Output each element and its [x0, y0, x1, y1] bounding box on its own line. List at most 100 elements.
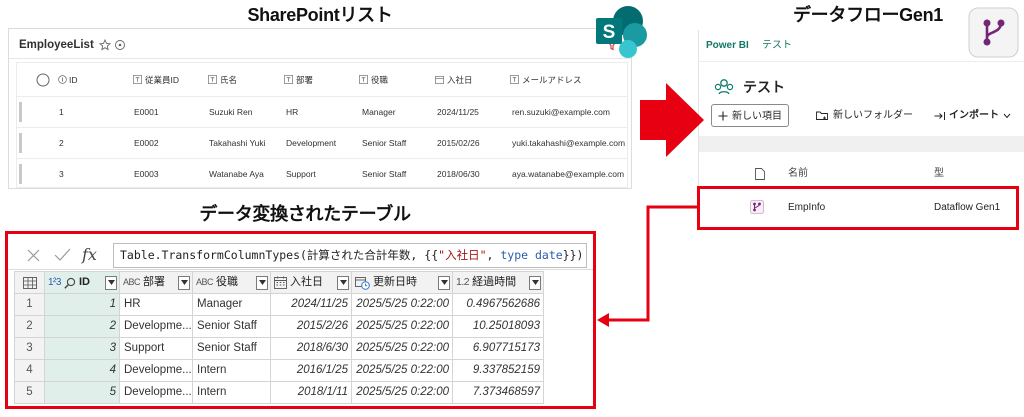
text-column-icon — [208, 75, 217, 84]
text-column-icon — [359, 75, 368, 84]
cell-hire-date[interactable]: 2018/6/30 — [271, 338, 352, 360]
cell-id[interactable]: 1 — [45, 294, 120, 316]
column-header-name[interactable]: 氏名 — [220, 69, 237, 91]
app-name[interactable]: Power BI — [706, 39, 749, 53]
cell-role[interactable]: Intern — [193, 382, 271, 404]
cell-role[interactable]: Manager — [193, 294, 271, 316]
column-dropdown-button[interactable] — [529, 275, 541, 290]
column-header-type[interactable]: 型 — [934, 166, 944, 182]
formula-close: }}) — [562, 248, 584, 262]
new-folder-button[interactable]: 新しいフォルダー — [816, 104, 913, 127]
type-label-decimal: 1.2 — [456, 276, 470, 288]
cell-updated-at[interactable]: 2025/5/25 0:22:00 — [352, 338, 453, 360]
calendar-icon — [435, 75, 444, 84]
cell-elapsed[interactable]: 0.4967562686 — [453, 294, 544, 316]
formula-bar-input[interactable]: Table.TransformColumnTypes(計算された合計年数, {{… — [113, 243, 587, 268]
column-dropdown-button[interactable] — [178, 275, 190, 290]
cell-updated-at[interactable]: 2025/5/25 0:22:00 — [352, 360, 453, 382]
cell-id[interactable]: 5 — [45, 382, 120, 404]
row-number[interactable]: 4 — [15, 360, 45, 382]
column-header-hire-date[interactable]: 入社日 — [447, 69, 473, 91]
column-header-name[interactable]: 名前 — [788, 166, 808, 182]
cell-elapsed[interactable]: 7.373468597 — [453, 382, 544, 404]
cell-id[interactable]: 4 — [45, 360, 120, 382]
column-header-department[interactable]: 部署 — [296, 69, 313, 91]
column-header-employee-id[interactable]: 従業員ID — [145, 69, 179, 91]
info-circle-icon[interactable] — [114, 39, 126, 51]
list-row[interactable]: 1 E0001 Suzuki Ren HR Manager 2024/11/25… — [16, 96, 628, 127]
import-label: インポート — [949, 110, 999, 121]
calendar-icon — [274, 276, 287, 289]
cell-department[interactable]: HR — [120, 294, 193, 316]
cell-role[interactable]: Senior Staff — [193, 316, 271, 338]
cell-department[interactable]: Support — [120, 338, 193, 360]
cell-department[interactable]: Developme... — [120, 382, 193, 404]
column-dropdown-button[interactable] — [256, 275, 268, 290]
column-header-role[interactable]: 役職 — [371, 69, 388, 91]
new-item-button[interactable]: 新しい項目 — [711, 104, 789, 127]
folder-add-icon — [816, 111, 828, 120]
column-header-hire-date[interactable]: 入社日 — [271, 272, 352, 294]
cell-id[interactable]: 3 — [45, 338, 120, 360]
row-selection-bar[interactable] — [19, 164, 22, 184]
cell-hire-date[interactable]: 2015/2/26 — [271, 316, 352, 338]
column-header-id[interactable]: 1²3 ID — [45, 272, 120, 294]
cell-hire-date[interactable]: 2018/1/11 — [271, 382, 352, 404]
cell-updated-at[interactable]: 2025/5/25 0:22:00 — [352, 382, 453, 404]
cell-role[interactable]: Intern — [193, 360, 271, 382]
key-search-icon — [64, 277, 76, 289]
cell-id: 2 — [59, 138, 64, 148]
column-name: 入社日 — [290, 276, 323, 288]
list-row[interactable]: 3 E0003 Watanabe Aya Support Senior Staf… — [16, 158, 628, 189]
column-header-updated-at[interactable]: 更新日時 — [352, 272, 453, 294]
row-number[interactable]: 1 — [15, 294, 45, 316]
query-data-grid: 1²3 ID ABC 部署 ABC 役職 入社日 更新日時 1.2 経過時間 1… — [14, 271, 544, 404]
column-header-elapsed[interactable]: 1.2 経過時間 — [453, 272, 544, 294]
column-header-department[interactable]: ABC 部署 — [120, 272, 193, 294]
cell-updated-at[interactable]: 2025/5/25 0:22:00 — [352, 316, 453, 338]
type-label-text: ABC — [123, 277, 141, 287]
cell-department[interactable]: Developme... — [120, 316, 193, 338]
formula-function: Table.TransformColumnTypes(計算された合計年数, {{ — [120, 248, 439, 262]
cell-updated-at[interactable]: 2025/5/25 0:22:00 — [352, 294, 453, 316]
cell-id[interactable]: 2 — [45, 316, 120, 338]
dropdown-arrow-icon — [258, 280, 266, 285]
table-corner[interactable] — [15, 272, 45, 294]
cell-hire-date[interactable]: 2024/11/25 — [271, 294, 352, 316]
cell-department[interactable]: Developme... — [120, 360, 193, 382]
select-all-circle-icon[interactable] — [36, 73, 50, 87]
row-number[interactable]: 2 — [15, 316, 45, 338]
cell-role[interactable]: Senior Staff — [193, 338, 271, 360]
column-dropdown-button[interactable] — [105, 275, 117, 290]
toolbar-divider-band — [699, 136, 1024, 152]
row-number[interactable]: 3 — [15, 338, 45, 360]
import-button[interactable]: インポート — [934, 104, 1013, 127]
cell-employee-id: E0002 — [134, 138, 159, 148]
formula-bar-divider — [8, 269, 593, 270]
list-row[interactable]: 2 E0002 Takahashi Yuki Development Senio… — [16, 127, 628, 158]
check-icon[interactable] — [54, 248, 71, 262]
column-name: ID — [78, 276, 90, 288]
fx-label[interactable]: fx — [82, 243, 97, 267]
cell-elapsed[interactable]: 6.907715173 — [453, 338, 544, 360]
star-icon[interactable] — [99, 39, 111, 51]
column-dropdown-button[interactable] — [438, 275, 450, 290]
column-header-email[interactable]: メールアドレス — [522, 69, 582, 91]
datetime-icon — [355, 276, 370, 290]
row-number[interactable]: 5 — [15, 382, 45, 404]
close-icon[interactable] — [27, 249, 40, 262]
cell-elapsed[interactable]: 9.337852159 — [453, 360, 544, 382]
column-dropdown-button[interactable] — [337, 275, 349, 290]
cell-hire-date[interactable]: 2016/1/25 — [271, 360, 352, 382]
breadcrumb-workspace[interactable]: テスト — [762, 39, 792, 53]
cell-department: Development — [286, 138, 337, 148]
row-selection-bar[interactable] — [19, 102, 22, 122]
table-icon — [22, 276, 37, 289]
text-column-icon — [284, 75, 293, 84]
column-header-id[interactable]: ID — [69, 69, 78, 91]
dataflow-row-highlight — [697, 186, 1019, 230]
sharepoint-logo-icon: S — [596, 6, 647, 58]
row-selection-bar[interactable] — [19, 133, 22, 153]
cell-elapsed[interactable]: 10.25018093 — [453, 316, 544, 338]
column-header-role[interactable]: ABC 役職 — [193, 272, 271, 294]
